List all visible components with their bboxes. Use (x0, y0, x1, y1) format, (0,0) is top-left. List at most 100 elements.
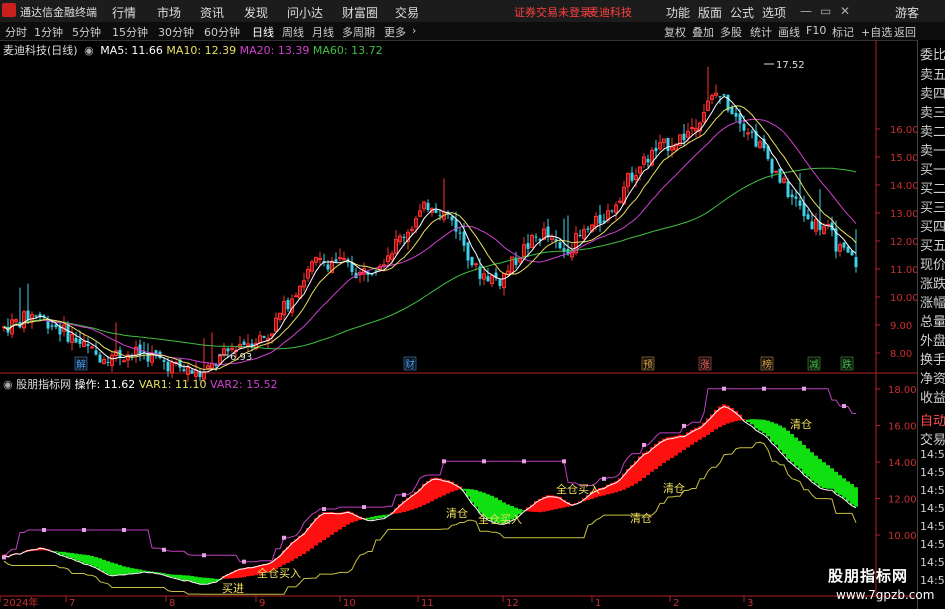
menu-xuanxiang[interactable]: 选项 (762, 4, 786, 21)
op-label: 操作: 11.62 (74, 378, 136, 391)
tool-diejia[interactable]: 叠加 (692, 24, 714, 40)
candle-body (122, 360, 126, 363)
menu-banmian[interactable]: 版面 (698, 4, 722, 21)
candle-body (226, 348, 230, 352)
menu-wenxiaoda[interactable]: 问小达 (287, 4, 323, 21)
period-multi[interactable]: 多周期 (342, 24, 375, 40)
tool-fuquan[interactable]: 复权 (664, 24, 686, 40)
side-sell4[interactable]: 卖四 (920, 83, 945, 102)
tool-biaoji[interactable]: 标记 (832, 24, 854, 40)
candle-body (774, 170, 778, 173)
minimize-icon[interactable]: — (800, 4, 812, 18)
tool-huaxian[interactable]: 画线 (778, 24, 800, 40)
side-trade[interactable]: 交易 (920, 429, 945, 448)
side-sell3[interactable]: 卖三 (920, 102, 945, 121)
candle-body (842, 242, 846, 248)
candle-body (806, 214, 810, 220)
side-volume[interactable]: 总量 (920, 311, 945, 330)
side-buy1[interactable]: 买一 (920, 159, 945, 178)
signal-bar (298, 535, 302, 557)
period-30min[interactable]: 30分钟 (158, 24, 194, 40)
side-sell2[interactable]: 卖二 (920, 121, 945, 140)
watermark-name: 股朋指标网 (828, 567, 909, 585)
ma10-line (3, 105, 857, 371)
var2-marker (482, 459, 486, 464)
watermark-url: www.7gpzb.com (836, 588, 935, 602)
period-15min[interactable]: 15分钟 (112, 24, 148, 40)
tool-tongji[interactable]: 统计 (750, 24, 772, 40)
side-change[interactable]: 涨跌 (920, 273, 945, 292)
period-weekly[interactable]: 周线 (282, 24, 304, 40)
side-turnover[interactable]: 换手 (920, 349, 945, 368)
signal-bar (646, 451, 650, 475)
signal-bar (750, 419, 754, 425)
side-buy3[interactable]: 买三 (920, 197, 945, 216)
period-more[interactable]: 更多 (384, 24, 406, 40)
side-auto[interactable]: 自动 (920, 410, 945, 429)
candle-body (794, 196, 798, 199)
candle-body (618, 200, 622, 203)
signal-bar (202, 577, 206, 584)
candle-body (526, 243, 530, 249)
side-buy4[interactable]: 买四 (920, 216, 945, 235)
signal-bar (374, 516, 378, 519)
more-chevron-icon[interactable]: › (412, 24, 416, 37)
tool-back[interactable]: 返回 (894, 24, 916, 40)
menu-zixun[interactable]: 资讯 (200, 4, 224, 21)
candle-body (598, 214, 602, 224)
user-guest[interactable]: 游客 (895, 4, 919, 21)
candle-body (734, 112, 738, 117)
period-5min[interactable]: 5分钟 (72, 24, 101, 40)
restore-icon[interactable]: ▭ (820, 4, 831, 18)
side-sell5[interactable]: 卖五 (920, 64, 945, 83)
side-change-pct[interactable]: 涨幅 (920, 292, 945, 311)
side-price[interactable]: 现价 (920, 254, 945, 273)
candle-body (402, 236, 406, 238)
signal-bar (182, 575, 186, 581)
var1-label: VAR1: 11.10 (138, 378, 207, 391)
close-icon[interactable]: ✕ (840, 4, 850, 18)
trade-login-alert[interactable]: 证券交易未登录 (514, 4, 591, 20)
tool-f10[interactable]: F10 (806, 24, 826, 37)
sub-tick-label: 14.00 (888, 458, 917, 469)
menu-jiaoyi[interactable]: 交易 (395, 4, 419, 21)
period-fenshi[interactable]: 分时 (5, 24, 27, 40)
indicator-toggle-icon[interactable]: ◉ (3, 378, 13, 391)
signal-bar (658, 440, 662, 467)
side-buy5[interactable]: 买五 (920, 235, 945, 254)
var2-marker (282, 535, 286, 540)
menu-gongshi[interactable]: 公式 (730, 4, 754, 21)
candle-body (342, 257, 346, 260)
signal-bar (426, 480, 430, 504)
menu-hangqing[interactable]: 行情 (112, 4, 136, 21)
menu-shichang[interactable]: 市场 (157, 4, 181, 21)
signal-bar (818, 459, 822, 487)
candle-body (486, 276, 490, 282)
chart-canvas[interactable]: 17.526.93解财预涨榜减跌 清仓清仓全仓买入 清仓全仓买入 清仓全仓买入买进 … (0, 40, 917, 609)
date-tick-label: 11 (421, 598, 434, 609)
menu-caifuquan[interactable]: 财富圈 (342, 4, 378, 21)
menu-gongneng[interactable]: 功能 (666, 4, 690, 21)
candle-body (34, 315, 38, 317)
candle-body (438, 215, 442, 217)
side-sell1[interactable]: 卖一 (920, 140, 945, 159)
candle-body (730, 107, 734, 115)
period-monthly[interactable]: 月线 (312, 24, 334, 40)
side-outer[interactable]: 外盘 (920, 330, 945, 349)
period-1min[interactable]: 1分钟 (34, 24, 63, 40)
period-daily[interactable]: 日线 (252, 24, 274, 40)
tool-duogu[interactable]: 多股 (720, 24, 742, 40)
side-buy2[interactable]: 买二 (920, 178, 945, 197)
side-weibi[interactable]: 委比 (920, 44, 945, 63)
signal-bar (130, 568, 134, 574)
var2-marker (842, 404, 846, 409)
tool-add-watchlist[interactable]: +自选 (861, 24, 892, 40)
menu-faxian[interactable]: 发现 (244, 4, 268, 21)
legend-toggle-icon[interactable]: ◉ (84, 44, 94, 57)
candle-body (434, 209, 438, 213)
side-eps[interactable]: 收益 (920, 387, 945, 406)
var2-label: VAR2: 15.52 (210, 378, 278, 391)
side-netasset[interactable]: 净资 (920, 368, 945, 387)
signal-bar (746, 419, 750, 422)
period-60min[interactable]: 60分钟 (204, 24, 240, 40)
